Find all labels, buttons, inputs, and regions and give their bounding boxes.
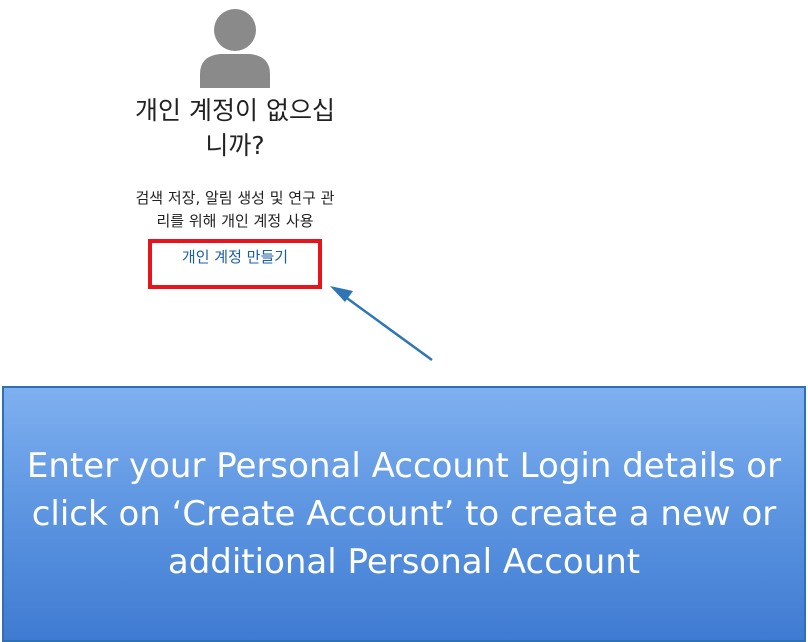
- user-silhouette-icon: [200, 9, 270, 88]
- panel-description-line-1: 검색 저장, 알림 생성 및 연구 관: [135, 189, 335, 207]
- callout-text: Enter your Personal Account Login detail…: [26, 446, 782, 582]
- personal-account-panel: 개인 계정이 없으십 니까? 검색 저장, 알림 생성 및 연구 관 리를 위해…: [60, 0, 410, 340]
- panel-title-line-1: 개인 계정이 없으십: [135, 96, 335, 125]
- panel-title: 개인 계정이 없으십 니까?: [60, 93, 410, 163]
- panel-description-line-2: 리를 위해 개인 계정 사용: [156, 212, 314, 230]
- panel-description: 검색 저장, 알림 생성 및 연구 관 리를 위해 개인 계정 사용: [60, 187, 410, 233]
- panel-title-line-2: 니까?: [205, 131, 265, 160]
- create-account-link[interactable]: 개인 계정 만들기: [148, 239, 322, 289]
- instruction-callout: Enter your Personal Account Login detail…: [2, 386, 806, 642]
